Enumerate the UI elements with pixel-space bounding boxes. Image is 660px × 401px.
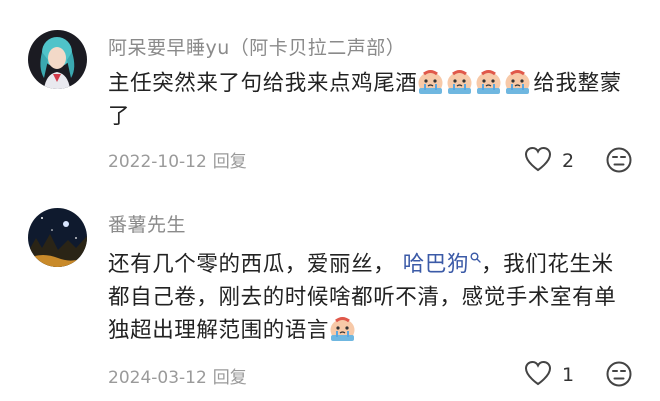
dislike-button[interactable]: [606, 361, 632, 391]
crying-face-sticker-icon: [475, 68, 502, 95]
like-count: 1: [562, 364, 575, 386]
comment-text: 主任突然来了句给我来点鸡尾酒 给我整蒙了: [108, 67, 628, 133]
unamused-face-icon: [606, 361, 632, 391]
comment-date: 2022-10-12: [108, 152, 207, 172]
heart-icon: [524, 146, 552, 176]
avatar[interactable]: [28, 208, 87, 267]
username[interactable]: 阿呆要早睡yu（阿卡贝拉二声部）: [108, 33, 405, 60]
comment-item: 番薯先生 还有几个零的西瓜，爱丽丝， 哈巴狗 ，我们花生米都自己卷，刚去的时候啥都…: [0, 195, 660, 401]
crying-face-sticker-icon: [417, 68, 444, 95]
dislike-button[interactable]: [606, 147, 632, 177]
heart-icon: [524, 360, 552, 390]
comment-item: 阿呆要早睡yu（阿卡贝拉二声部） 主任突然来了句给我来点鸡尾酒 给我整蒙了 202…: [0, 0, 660, 190]
comment-date: 2024-03-12: [108, 368, 207, 388]
reply-button[interactable]: 回复: [213, 368, 247, 388]
username[interactable]: 番薯先生: [108, 210, 186, 237]
avatar[interactable]: [28, 30, 87, 89]
like-button[interactable]: 1: [524, 360, 574, 390]
comment-meta: 2024-03-12 回复: [108, 363, 247, 388]
comment-text-part: 还有几个零的西瓜，爱丽丝，: [108, 252, 396, 277]
crying-face-sticker-icon: [446, 68, 473, 95]
comment-text: 还有几个零的西瓜，爱丽丝， 哈巴狗 ，我们花生米都自己卷，刚去的时候啥都听不清，感…: [108, 243, 628, 347]
like-button[interactable]: 2: [524, 146, 574, 176]
comment-text-part: 主任突然来了句给我来点鸡尾酒: [108, 71, 418, 96]
unamused-face-icon: [606, 147, 632, 177]
comment-meta: 2022-10-12 回复: [108, 147, 247, 172]
search-icon[interactable]: [470, 251, 481, 267]
crying-face-sticker-icon: [329, 315, 356, 342]
mention-link[interactable]: 哈巴狗: [403, 252, 469, 277]
like-count: 2: [562, 150, 575, 172]
crying-face-sticker-icon: [504, 68, 531, 95]
reply-button[interactable]: 回复: [213, 152, 247, 172]
